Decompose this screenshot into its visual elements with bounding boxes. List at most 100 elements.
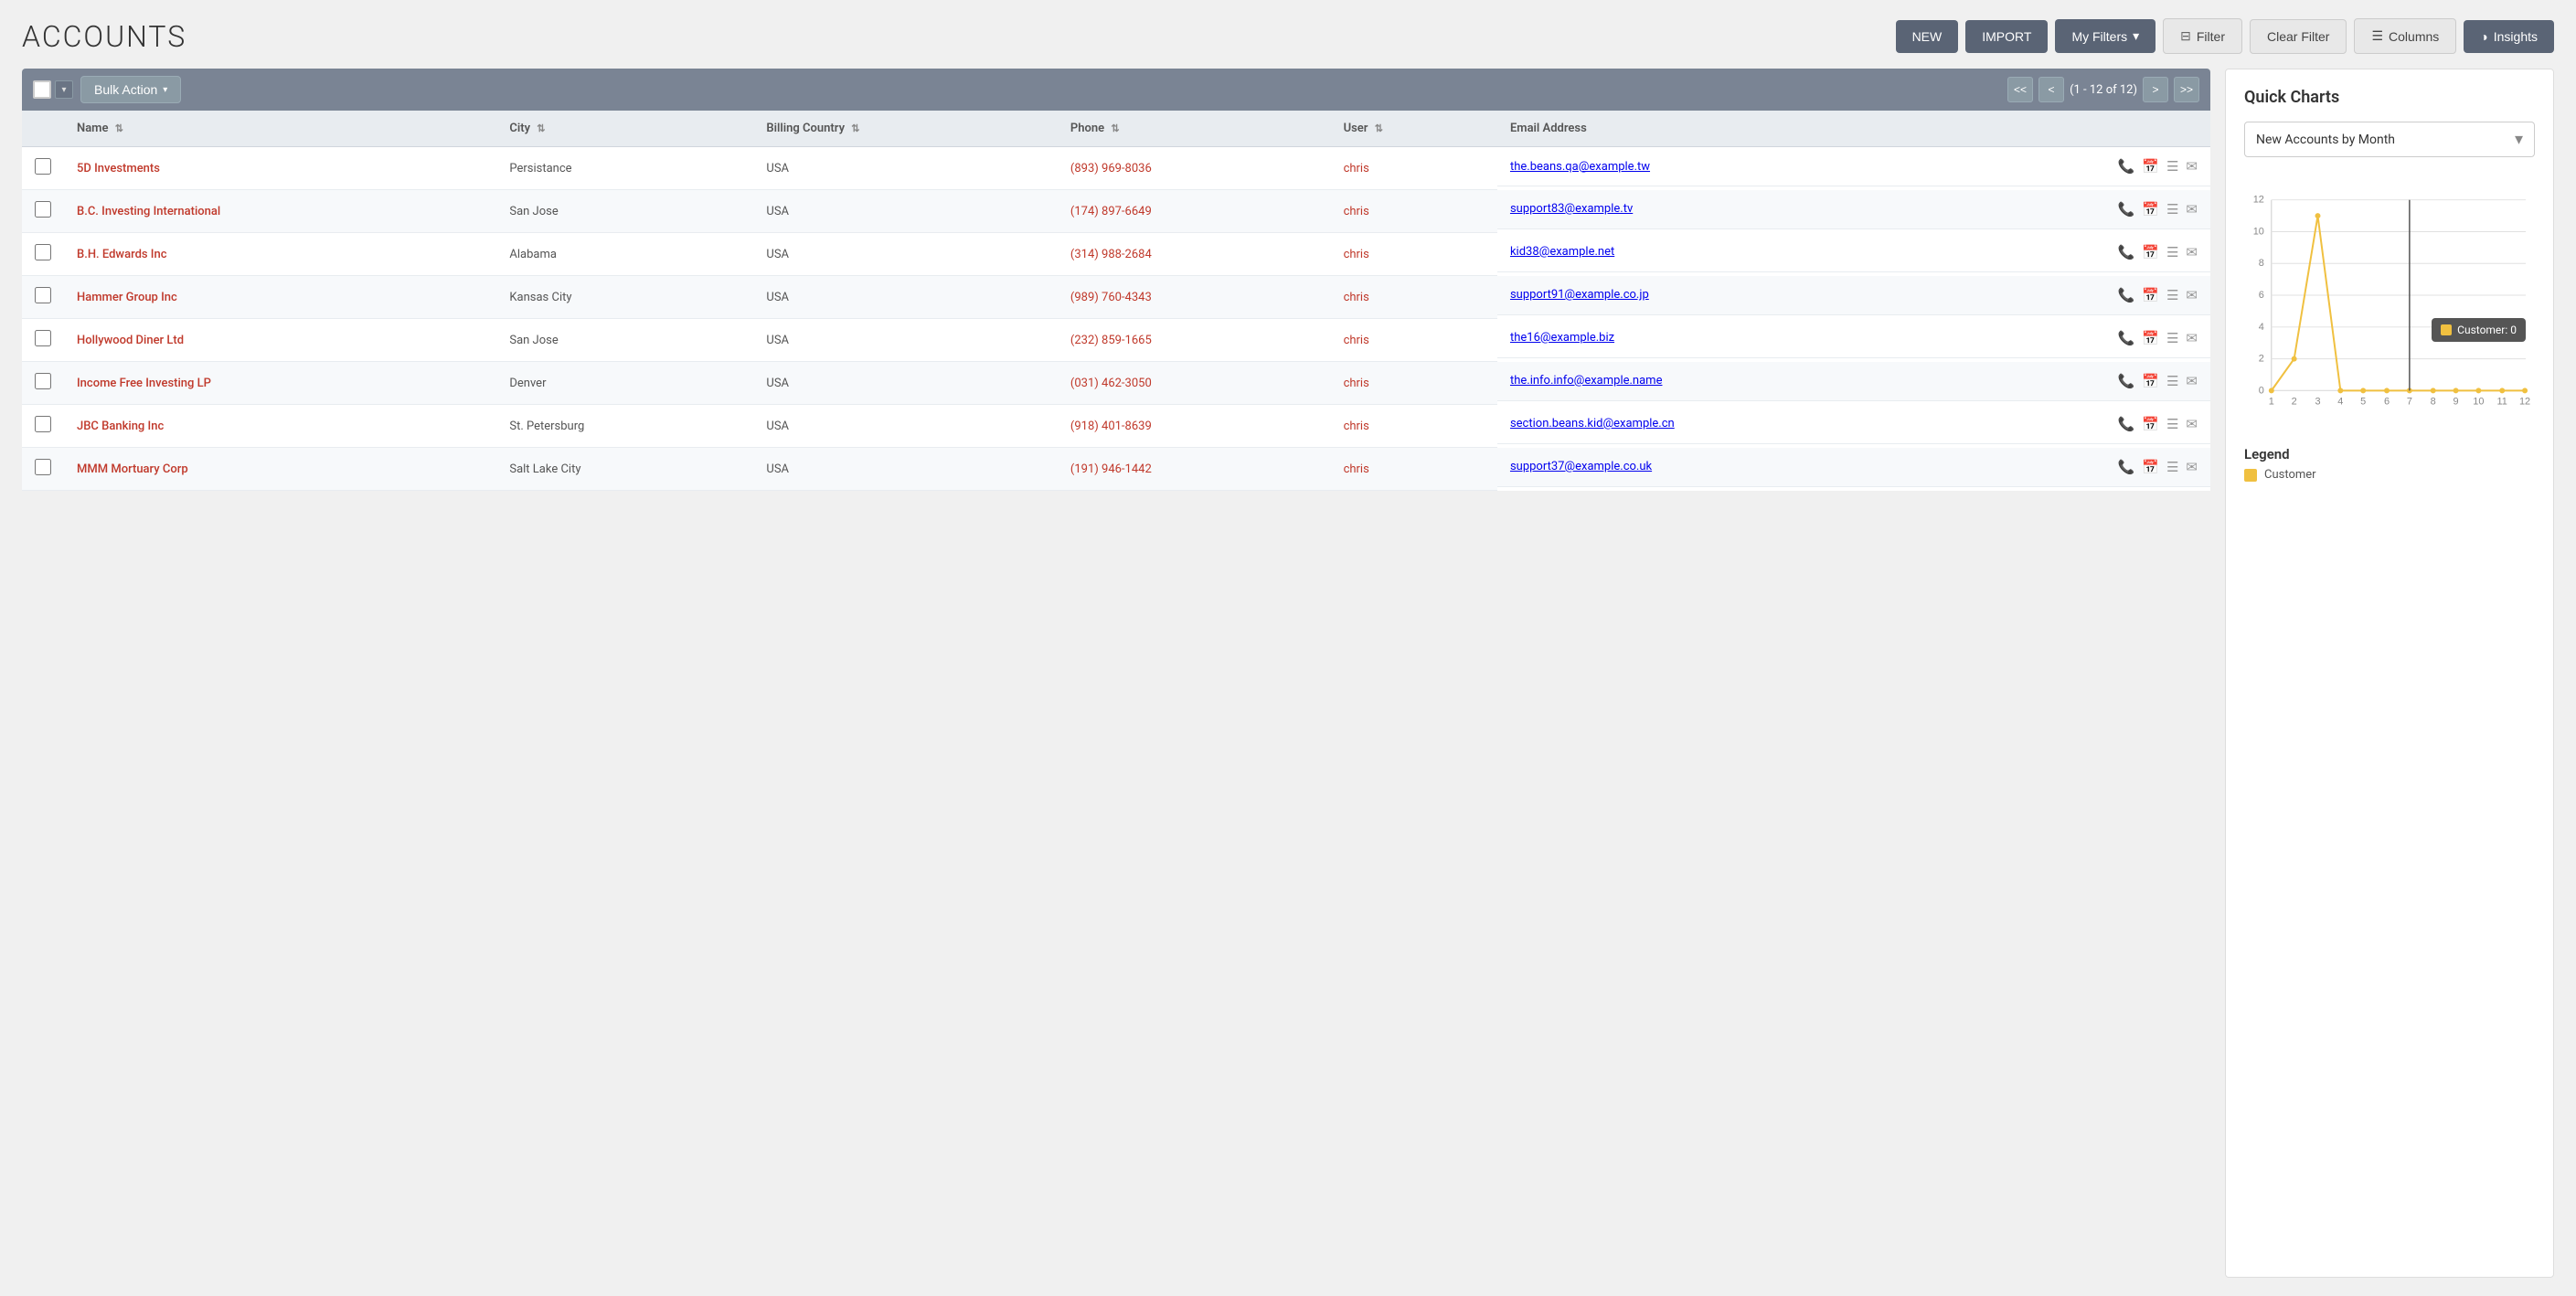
first-page-button[interactable]: << bbox=[2007, 77, 2033, 102]
city-column-header[interactable]: City ⇅ bbox=[496, 111, 753, 147]
list-icon[interactable]: ☰ bbox=[2166, 158, 2178, 175]
my-filters-button[interactable]: My Filters ▾ bbox=[2055, 19, 2156, 53]
new-button[interactable]: NEW bbox=[1896, 20, 1959, 53]
next-page-button[interactable]: > bbox=[2143, 77, 2168, 102]
import-button[interactable]: IMPORT bbox=[1965, 20, 2048, 53]
user-link[interactable]: chris bbox=[1344, 377, 1369, 390]
billing-country-column-header[interactable]: Billing Country ⇅ bbox=[753, 111, 1058, 147]
phone-link[interactable]: (174) 897-6649 bbox=[1070, 205, 1152, 218]
select-all-dropdown[interactable]: ▾ bbox=[55, 80, 73, 99]
phone-link[interactable]: (314) 988-2684 bbox=[1070, 248, 1152, 261]
email-link[interactable]: the16@example.biz bbox=[1510, 331, 2109, 345]
insights-button[interactable]: ◑ Insights bbox=[2464, 20, 2554, 53]
list-icon[interactable]: ☰ bbox=[2166, 287, 2178, 303]
cell-name: Income Free Investing LP bbox=[64, 362, 496, 405]
calendar-icon[interactable]: 📅 bbox=[2142, 201, 2159, 218]
account-name-link[interactable]: Hammer Group Inc bbox=[77, 291, 177, 304]
user-link[interactable]: chris bbox=[1344, 462, 1369, 476]
last-page-button[interactable]: >> bbox=[2174, 77, 2199, 102]
calendar-icon[interactable]: 📅 bbox=[2142, 459, 2159, 475]
phone-link[interactable]: (989) 760-4343 bbox=[1070, 291, 1152, 304]
email-icon[interactable]: ✉ bbox=[2186, 158, 2198, 175]
user-link[interactable]: chris bbox=[1344, 248, 1369, 261]
row-checkbox[interactable] bbox=[35, 244, 51, 260]
calendar-icon[interactable]: 📅 bbox=[2142, 373, 2159, 389]
list-icon[interactable]: ☰ bbox=[2166, 373, 2178, 389]
email-icon[interactable]: ✉ bbox=[2186, 373, 2198, 389]
insights-label: Insights bbox=[2494, 29, 2538, 44]
call-icon[interactable]: 📞 bbox=[2118, 244, 2135, 260]
columns-label: Columns bbox=[2389, 29, 2439, 44]
email-link[interactable]: kid38@example.net bbox=[1510, 245, 2109, 259]
bulk-action-button[interactable]: Bulk Action ▾ bbox=[80, 76, 181, 103]
email-icon[interactable]: ✉ bbox=[2186, 287, 2198, 303]
phone-link[interactable]: (918) 401-8639 bbox=[1070, 420, 1152, 433]
email-link[interactable]: the.beans.qa@example.tw bbox=[1510, 160, 2109, 174]
email-link[interactable]: support91@example.co.jp bbox=[1510, 288, 2109, 302]
phone-link[interactable]: (232) 859-1665 bbox=[1070, 334, 1152, 347]
list-icon[interactable]: ☰ bbox=[2166, 416, 2178, 432]
email-icon[interactable]: ✉ bbox=[2186, 459, 2198, 475]
call-icon[interactable]: 📞 bbox=[2118, 158, 2135, 175]
user-link[interactable]: chris bbox=[1344, 291, 1369, 304]
row-checkbox[interactable] bbox=[35, 330, 51, 346]
call-icon[interactable]: 📞 bbox=[2118, 373, 2135, 389]
user-link[interactable]: chris bbox=[1344, 162, 1369, 175]
email-link[interactable]: the.info.info@example.name bbox=[1510, 374, 2109, 388]
cell-name: B.H. Edwards Inc bbox=[64, 233, 496, 276]
row-checkbox[interactable] bbox=[35, 416, 51, 432]
calendar-icon[interactable]: 📅 bbox=[2142, 287, 2159, 303]
row-checkbox[interactable] bbox=[35, 201, 51, 218]
svg-text:0: 0 bbox=[2259, 385, 2264, 396]
phone-column-header[interactable]: Phone ⇅ bbox=[1058, 111, 1331, 147]
account-name-link[interactable]: Income Free Investing LP bbox=[77, 377, 211, 390]
phone-link[interactable]: (893) 969-8036 bbox=[1070, 162, 1152, 175]
account-name-link[interactable]: B.H. Edwards Inc bbox=[77, 248, 167, 261]
columns-button[interactable]: ☰ Columns bbox=[2354, 18, 2456, 54]
phone-link[interactable]: (191) 946-1442 bbox=[1070, 462, 1152, 476]
account-name-link[interactable]: 5D Investments bbox=[77, 162, 160, 175]
email-link[interactable]: support83@example.tv bbox=[1510, 202, 2109, 216]
page-title: ACCOUNTS bbox=[22, 19, 186, 54]
clear-filter-button[interactable]: Clear Filter bbox=[2250, 19, 2347, 54]
call-icon[interactable]: 📞 bbox=[2118, 330, 2135, 346]
svg-text:2: 2 bbox=[2259, 354, 2264, 365]
user-link[interactable]: chris bbox=[1344, 334, 1369, 347]
row-checkbox[interactable] bbox=[35, 287, 51, 303]
email-icon[interactable]: ✉ bbox=[2186, 201, 2198, 218]
call-icon[interactable]: 📞 bbox=[2118, 287, 2135, 303]
calendar-icon[interactable]: 📅 bbox=[2142, 158, 2159, 175]
calendar-icon[interactable]: 📅 bbox=[2142, 416, 2159, 432]
list-icon[interactable]: ☰ bbox=[2166, 330, 2178, 346]
calendar-icon[interactable]: 📅 bbox=[2142, 244, 2159, 260]
list-icon[interactable]: ☰ bbox=[2166, 201, 2178, 218]
email-link[interactable]: support37@example.co.uk bbox=[1510, 460, 2109, 473]
account-name-link[interactable]: JBC Banking Inc bbox=[77, 420, 164, 433]
calendar-icon[interactable]: 📅 bbox=[2142, 330, 2159, 346]
email-icon[interactable]: ✉ bbox=[2186, 330, 2198, 346]
charts-dropdown[interactable]: New Accounts by Month ▾ bbox=[2244, 122, 2535, 157]
email-icon[interactable]: ✉ bbox=[2186, 244, 2198, 260]
list-icon[interactable]: ☰ bbox=[2166, 459, 2178, 475]
filter-button[interactable]: ⊟ Filter bbox=[2163, 18, 2242, 54]
user-column-header[interactable]: User ⇅ bbox=[1331, 111, 1497, 147]
call-icon[interactable]: 📞 bbox=[2118, 416, 2135, 432]
account-name-link[interactable]: B.C. Investing International bbox=[77, 205, 220, 218]
user-link[interactable]: chris bbox=[1344, 205, 1369, 218]
select-all-checkbox[interactable] bbox=[33, 80, 51, 99]
row-checkbox[interactable] bbox=[35, 459, 51, 475]
user-link[interactable]: chris bbox=[1344, 420, 1369, 433]
call-icon[interactable]: 📞 bbox=[2118, 201, 2135, 218]
account-name-link[interactable]: MMM Mortuary Corp bbox=[77, 462, 188, 476]
row-checkbox[interactable] bbox=[35, 158, 51, 175]
email-icon[interactable]: ✉ bbox=[2186, 416, 2198, 432]
list-icon[interactable]: ☰ bbox=[2166, 244, 2178, 260]
table-row: MMM Mortuary CorpSalt Lake CityUSA(191) … bbox=[22, 448, 2210, 491]
call-icon[interactable]: 📞 bbox=[2118, 459, 2135, 475]
email-link[interactable]: section.beans.kid@example.cn bbox=[1510, 417, 2109, 430]
account-name-link[interactable]: Hollywood Diner Ltd bbox=[77, 334, 184, 347]
name-column-header[interactable]: Name ⇅ bbox=[64, 111, 496, 147]
phone-link[interactable]: (031) 462-3050 bbox=[1070, 377, 1152, 390]
row-checkbox[interactable] bbox=[35, 373, 51, 389]
prev-page-button[interactable]: < bbox=[2038, 77, 2064, 102]
